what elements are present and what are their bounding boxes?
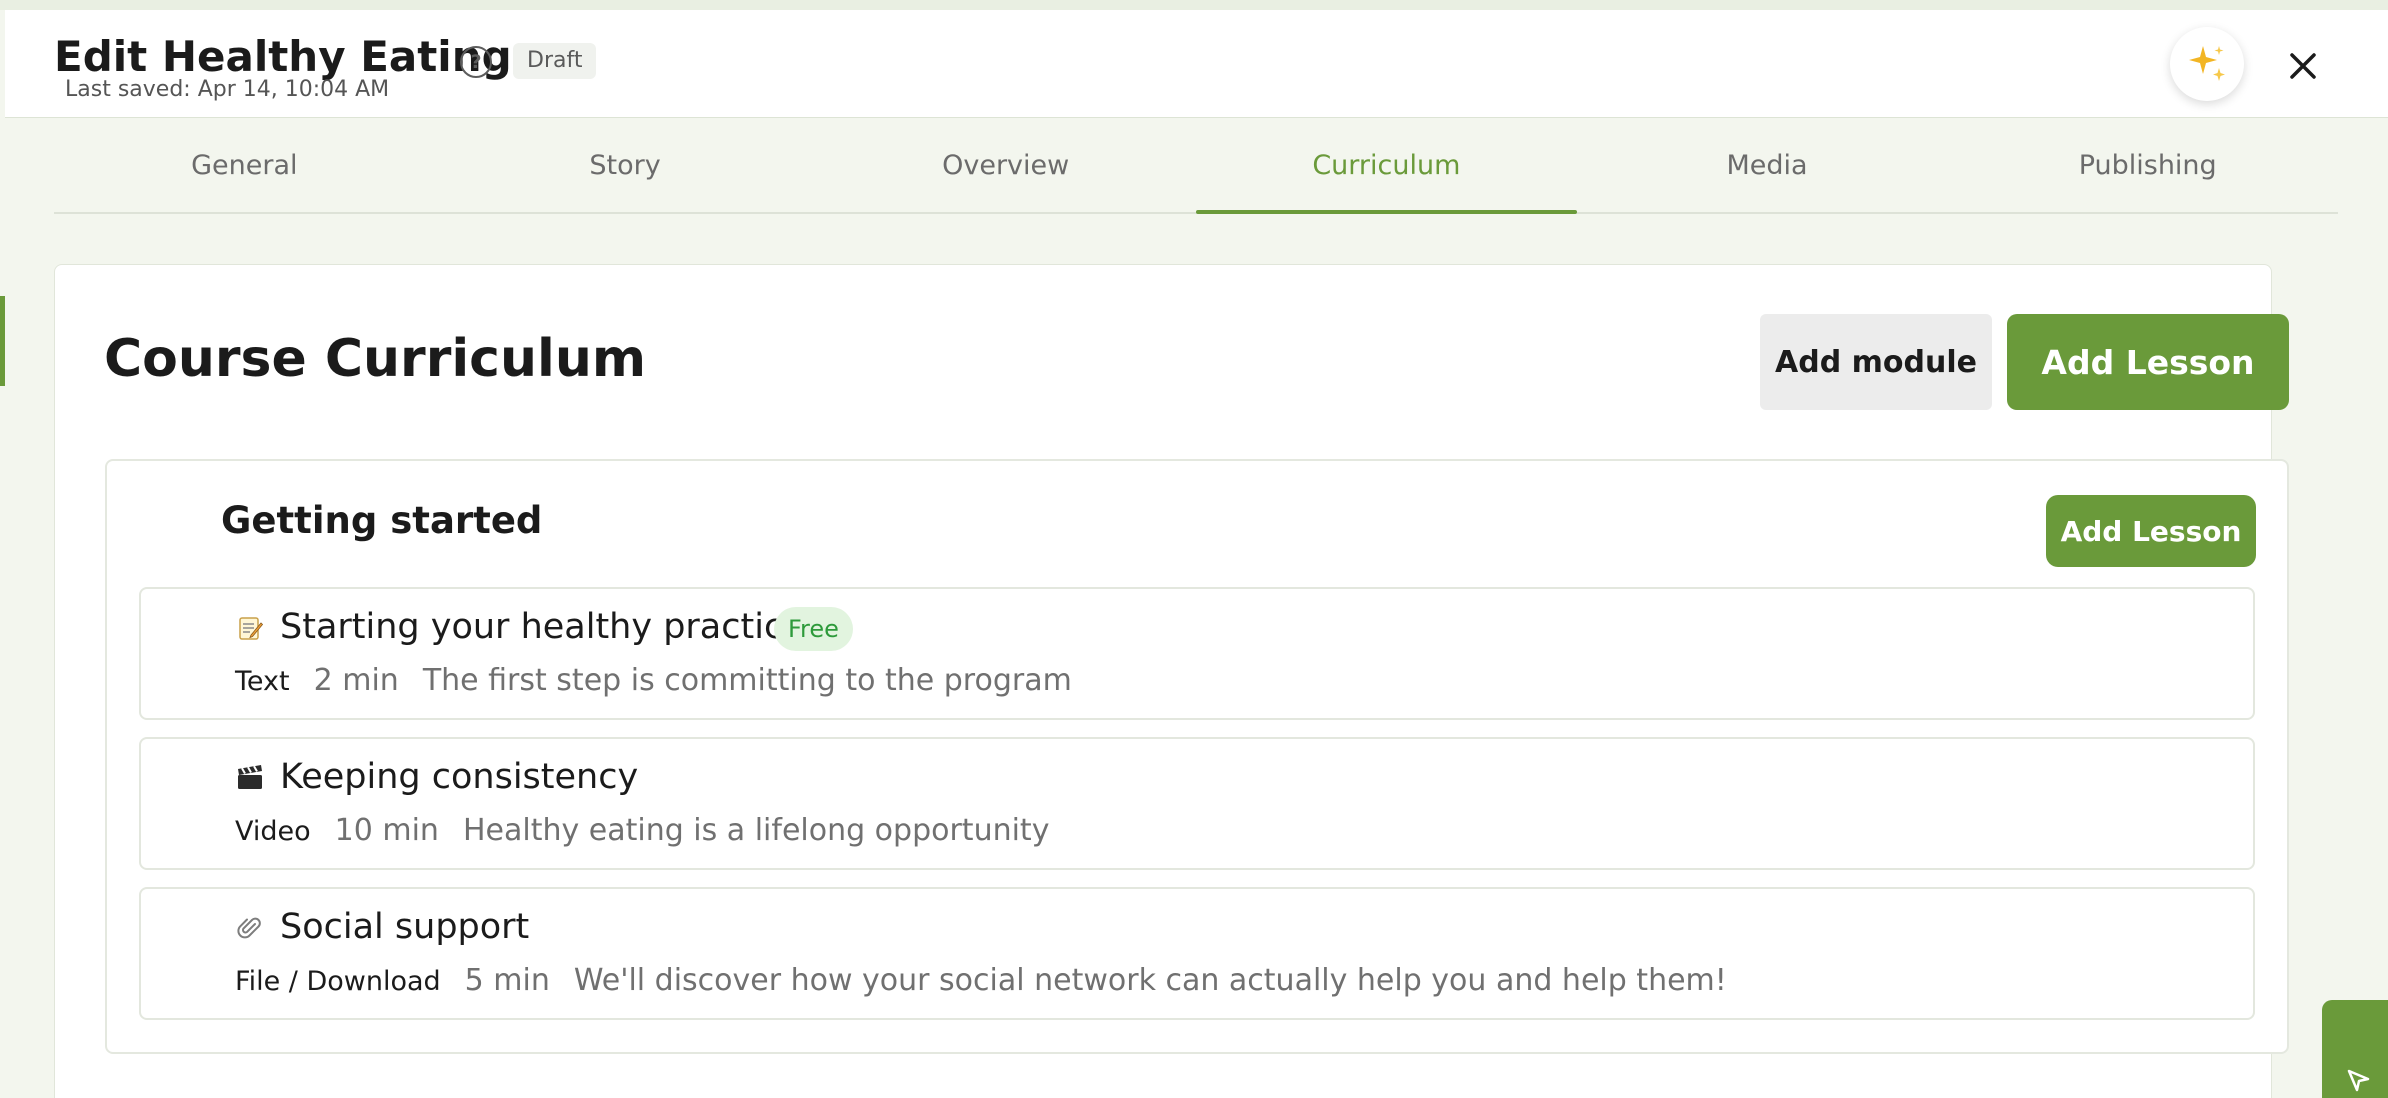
top-strip <box>0 0 2388 10</box>
lesson-type: Video <box>235 816 311 847</box>
question-circle-icon[interactable]: ? <box>460 46 492 78</box>
clapper-board-icon <box>235 763 265 793</box>
lesson-type: File / Download <box>235 966 441 997</box>
paperclip-icon <box>235 913 265 943</box>
tab-publishing[interactable]: Publishing <box>1957 118 2338 212</box>
lesson-item[interactable]: Social support File / Download 5 min We'… <box>139 887 2255 1020</box>
lesson-title: Social support <box>280 907 530 947</box>
lesson-duration: 2 min <box>313 663 399 698</box>
add-lesson-button[interactable]: Add Lesson <box>2007 314 2289 410</box>
memo-icon <box>235 613 265 643</box>
add-module-button[interactable]: Add module <box>1760 314 1992 410</box>
lesson-duration: 10 min <box>334 813 439 848</box>
lesson-description: The first step is committing to the prog… <box>422 663 1072 698</box>
lesson-description: Healthy eating is a lifelong opportunity <box>462 813 1050 848</box>
ai-assistant-button[interactable] <box>2170 27 2244 101</box>
close-icon <box>2290 53 2316 79</box>
editor-header: Edit Healthy Eating ? Draft Last saved: … <box>5 10 2388 118</box>
curriculum-card: Course Curriculum Add module Add Lesson … <box>54 264 2289 1098</box>
tab-overview[interactable]: Overview <box>815 118 1196 212</box>
lesson-meta: Video 10 min Healthy eating is a lifelon… <box>235 813 1049 848</box>
lesson-meta: File / Download 5 min We'll discover how… <box>235 963 1727 998</box>
module-getting-started: Getting started Add Lesson Starting your… <box>105 459 2289 1054</box>
lesson-duration: 5 min <box>464 963 550 998</box>
lesson-title: Keeping consistency <box>280 757 639 797</box>
curriculum-title: Course Curriculum <box>104 329 647 389</box>
sparkles-icon <box>2189 46 2225 81</box>
free-badge: Free <box>774 607 853 651</box>
cursor-icon <box>2347 1069 2370 1092</box>
module-add-lesson-button[interactable]: Add Lesson <box>2046 495 2256 567</box>
module-title[interactable]: Getting started <box>221 499 542 542</box>
lesson-description: We'll discover how your social network c… <box>573 963 1727 998</box>
tab-story[interactable]: Story <box>435 118 816 212</box>
page-title: Edit Healthy Eating <box>54 32 512 81</box>
last-saved-text: Last saved: Apr 14, 10:04 AM <box>65 77 390 102</box>
tab-curriculum[interactable]: Curriculum <box>1196 118 1577 214</box>
lesson-type: Text <box>235 666 290 697</box>
lesson-item[interactable]: Starting your healthy practice Free Text… <box>139 587 2255 720</box>
sidebar-active-indicator <box>0 296 5 386</box>
status-badge: Draft <box>513 43 597 79</box>
close-button[interactable] <box>2283 46 2323 86</box>
tab-media[interactable]: Media <box>1577 118 1958 212</box>
lesson-meta: Text 2 min The first step is committing … <box>235 663 1072 698</box>
tab-general[interactable]: General <box>54 118 435 212</box>
lesson-title: Starting your healthy practice <box>280 607 805 647</box>
floating-widget-tab[interactable] <box>2322 1000 2388 1098</box>
lesson-item[interactable]: Keeping consistency Video 10 min Healthy… <box>139 737 2255 870</box>
editor-tabs: General Story Overview Curriculum Media … <box>54 118 2338 214</box>
